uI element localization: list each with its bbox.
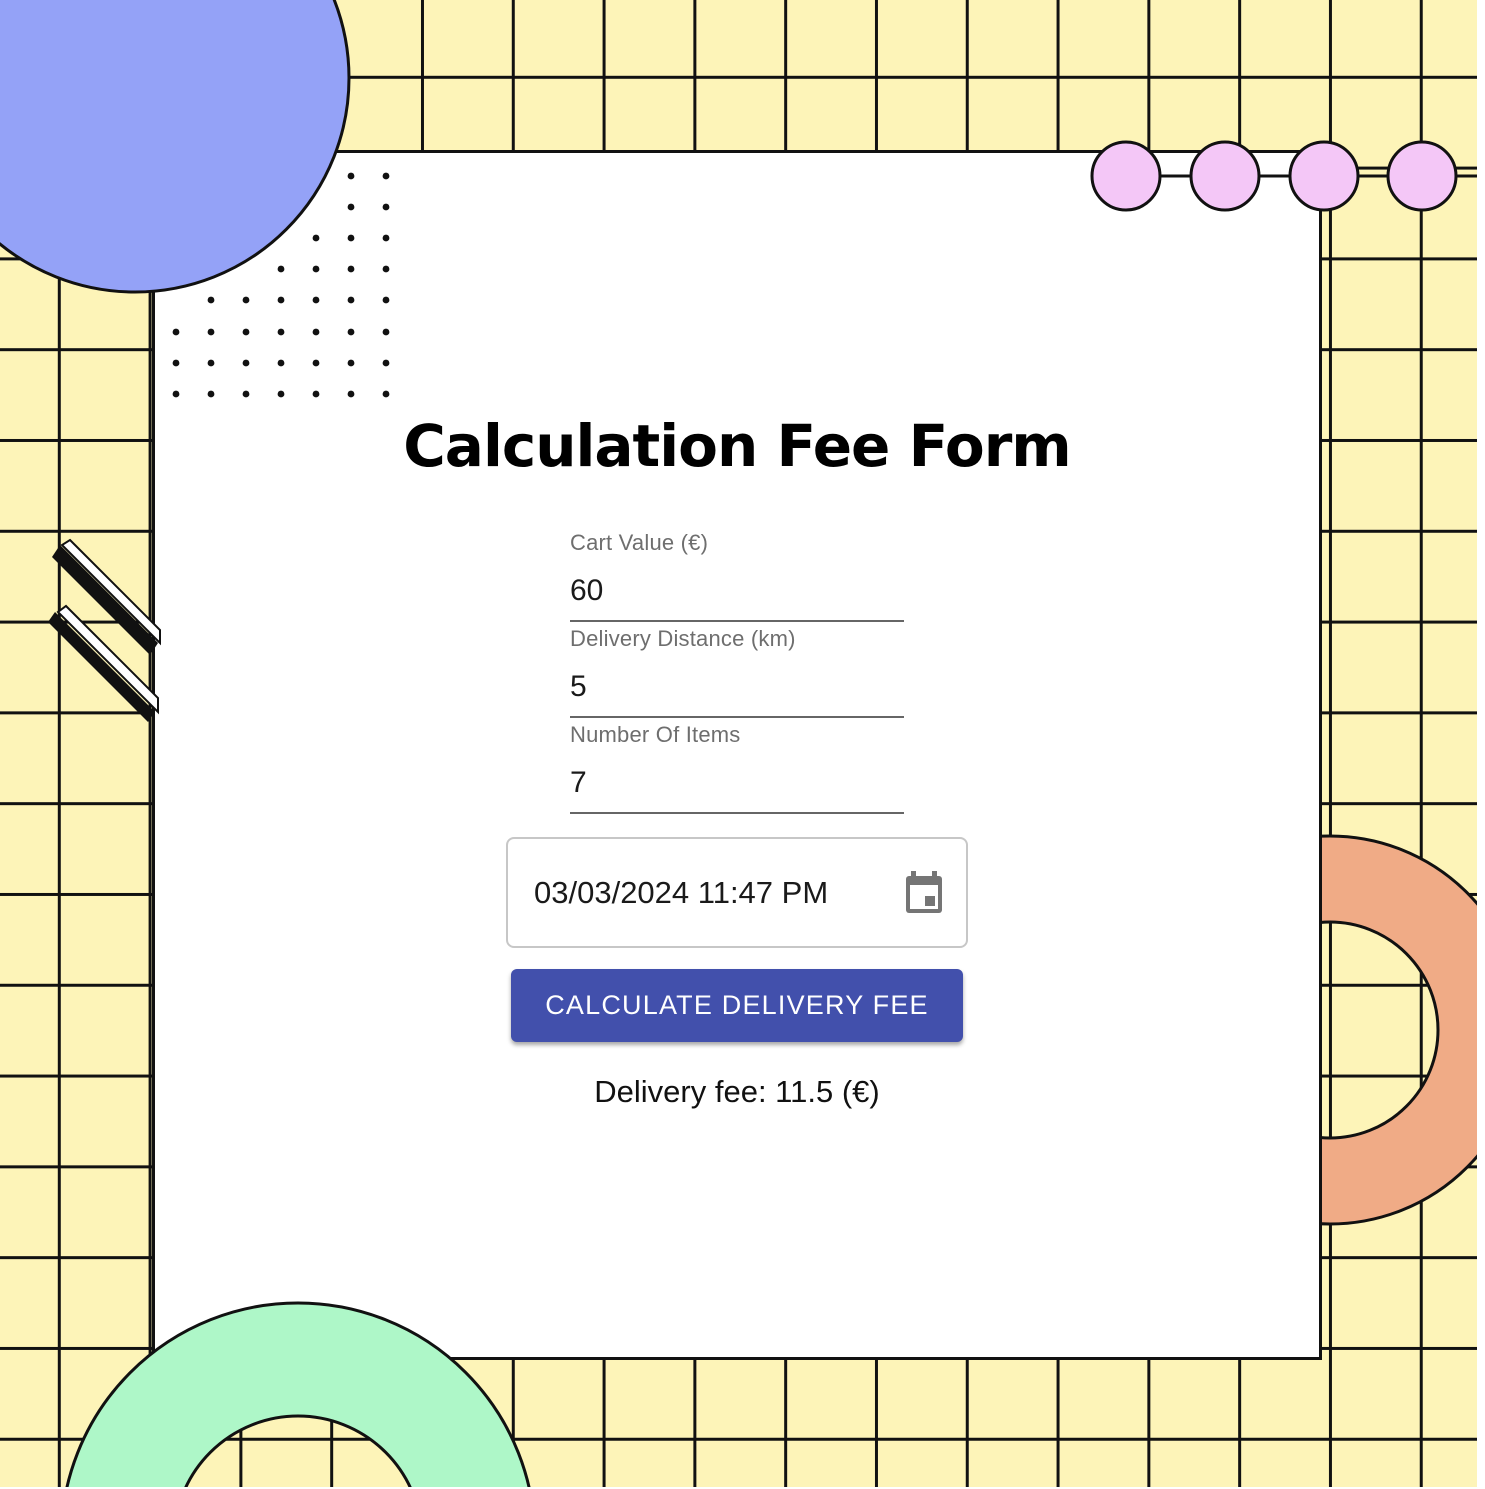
- delivery-distance-field[interactable]: Delivery Distance (km): [570, 626, 904, 718]
- page-title: Calculation Fee Form: [403, 412, 1072, 480]
- right-border-strip: [1477, 0, 1485, 1489]
- cart-value-input[interactable]: [570, 574, 900, 608]
- pink-circles-decoration: [1090, 140, 1477, 212]
- cart-value-field[interactable]: Cart Value (€): [570, 530, 904, 622]
- order-datetime-value[interactable]: 03/03/2024 11:47 PM: [534, 875, 828, 911]
- delivery-distance-input[interactable]: [570, 670, 900, 704]
- delivery-distance-label: Delivery Distance (km): [570, 626, 796, 651]
- number-of-items-field[interactable]: Number Of Items: [570, 722, 904, 814]
- green-ring-decoration: [65, 1301, 531, 1489]
- number-of-items-label: Number Of Items: [570, 722, 741, 747]
- blue-circle-decoration: [0, 0, 351, 294]
- cart-value-label: Cart Value (€): [570, 530, 709, 555]
- order-datetime-picker[interactable]: 03/03/2024 11:47 PM: [506, 837, 968, 948]
- calendar-icon[interactable]: [904, 871, 944, 915]
- number-of-items-input[interactable]: [570, 766, 900, 800]
- diagonal-stripes-decoration: [48, 538, 161, 722]
- calculate-delivery-fee-button[interactable]: CALCULATE DELIVERY FEE: [511, 969, 963, 1042]
- delivery-fee-result: Delivery fee: 11.5 (€): [594, 1074, 880, 1109]
- background-grid: Calculation Fee Form Cart Value (€) Deli…: [0, 0, 1485, 1489]
